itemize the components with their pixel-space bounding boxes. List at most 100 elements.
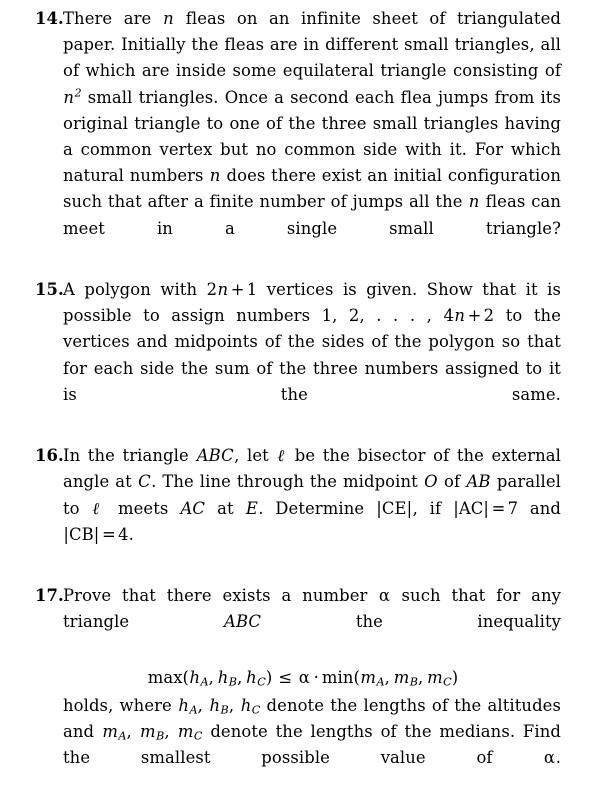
math-subscript-a: A — [376, 675, 385, 689]
problem-body-14: There are n fleas on an infinite sheet o… — [63, 9, 561, 264]
problem-body-17-outro: holds, where hA, hB, hC denote the lengt… — [63, 696, 561, 794]
math-variable-h: h — [189, 667, 201, 687]
text-run: , — [228, 695, 241, 715]
math-variable-m: m — [427, 667, 443, 687]
problem-number-15: 15. — [35, 280, 64, 300]
text-run: the inequality — [261, 612, 562, 632]
math-operator-plus: + — [230, 280, 245, 300]
math-subscript-c: C — [257, 675, 266, 689]
math-subscript-b: B — [228, 675, 238, 689]
math-number: 2 — [206, 280, 218, 300]
text-run: meets — [106, 498, 181, 518]
math-variable-m: m — [140, 722, 156, 742]
text-run: . — [555, 748, 561, 768]
text-run: . The line through the midpoint — [151, 472, 424, 492]
math-variable-h: h — [217, 667, 229, 687]
math-variable-n: n — [163, 9, 174, 28]
math-number-sequence: 1, 2, . . . , 4 — [321, 306, 454, 326]
math-expression-2n-plus-1: 2n +1 — [207, 280, 258, 299]
math-variable-n: n — [209, 166, 221, 186]
problem-number-17: 17. — [35, 586, 64, 606]
math-equation-ac-equals-7: |AC| = 7 — [453, 499, 518, 518]
math-length-ce: |CE| — [376, 498, 413, 518]
math-variable-m: m — [177, 722, 194, 742]
text-run: In the triangle — [63, 446, 197, 466]
math-variable-e: E — [245, 498, 258, 518]
math-subscript-b: B — [220, 703, 229, 717]
text-run: Prove that there exists a number — [63, 586, 379, 606]
text-run: , — [197, 695, 210, 715]
math-variable-h: h — [240, 695, 252, 715]
math-exponent-2: 2 — [74, 86, 82, 100]
math-operator-cdot: · — [313, 667, 319, 687]
math-variable-c: C — [138, 472, 151, 492]
math-variable-n: n — [217, 280, 229, 300]
math-variable-h: h — [209, 695, 221, 715]
math-number: 1 — [246, 280, 258, 300]
math-subscript-b: B — [156, 729, 165, 743]
math-variable-m: m — [360, 667, 377, 687]
math-subscript-c: C — [443, 675, 452, 689]
math-subscript-c: C — [251, 703, 261, 717]
text-run: holds, where — [63, 695, 179, 715]
problem-body-17-intro: Prove that there exists a number α such … — [63, 586, 561, 657]
function-max: max — [147, 667, 183, 687]
math-variable-ab: AB — [466, 472, 491, 492]
math-operator-leq: ≤ — [278, 667, 293, 687]
math-number-7: 7 — [507, 498, 519, 518]
math-variable-ac: AC — [180, 498, 206, 518]
math-subscript-a: A — [118, 729, 127, 743]
math-subscript-b: B — [409, 675, 419, 689]
problem-body-16: In the triangle ABC, let ℓ be the bisect… — [63, 446, 561, 570]
math-length-ac: |AC| — [453, 498, 490, 518]
math-variable-n: n — [454, 306, 466, 326]
math-variable-h: h — [246, 667, 257, 687]
math-variable-alpha: α — [543, 748, 556, 768]
problem-number-14: 14. — [35, 9, 64, 28]
math-variable-alpha: α — [378, 586, 391, 606]
math-variable-m: m — [393, 667, 410, 687]
text-run: . — [128, 524, 134, 544]
problem-item-15: 15. A polygon with 2n +1 vertices is give… — [35, 277, 561, 434]
math-number: 2 — [483, 306, 495, 326]
text-run: , if — [412, 498, 453, 518]
math-variable-ell: ℓ — [92, 498, 106, 518]
math-number-4: 4 — [118, 524, 129, 544]
math-expression-number-sequence: 1, 2, . . . , 4n +2 — [322, 306, 495, 325]
math-operator-equals: = — [102, 524, 116, 544]
math-subscript-a: A — [200, 675, 209, 689]
problem-item-17: 17. Prove that there exists a number α s… — [35, 583, 561, 797]
math-variable-h-a: hA — [178, 695, 198, 717]
math-variable-alpha: α — [298, 667, 310, 687]
text-run: and — [518, 498, 561, 518]
problem-item-14: 14. There are n fleas on an infinite she… — [35, 6, 561, 268]
text-run: at — [205, 498, 246, 518]
display-equation-max-min: max(hA, hB, hC) ≤ α · min(mA, mB, mC) — [63, 663, 561, 693]
problem-body-15: A polygon with 2n +1 vertices is given. S… — [63, 280, 561, 430]
text-run: , — [164, 722, 178, 742]
math-variable-h-b: hB — [209, 695, 229, 717]
math-variable-m-c: mC — [177, 722, 203, 742]
math-variable-n: n — [468, 192, 480, 212]
text-run: of — [438, 472, 467, 492]
math-variable-m-b: mB — [140, 722, 165, 743]
math-variable-o: O — [424, 472, 438, 492]
math-variable-abc: ABC — [224, 612, 262, 632]
math-operator-equals: = — [491, 498, 506, 518]
text-run: , let — [234, 446, 277, 466]
paren-close: ) — [451, 667, 459, 687]
problem-list: 14. There are n fleas on an infinite she… — [35, 6, 561, 798]
math-subscript-a: A — [189, 703, 198, 717]
function-min: min — [321, 667, 354, 687]
text-run: , — [126, 722, 140, 742]
math-operator-plus: + — [467, 306, 482, 326]
math-variable-ell: ℓ — [277, 446, 287, 466]
math-equation-cb-equals-4: |CB| = 4 — [63, 525, 129, 544]
math-length-cb: |CB| — [63, 524, 100, 544]
math-variable-n: n — [63, 87, 75, 107]
problem-number-16: 16. — [35, 446, 64, 466]
text-run: There are — [63, 9, 163, 28]
math-variable-h: h — [178, 695, 190, 715]
math-variable-m-a: mA — [102, 722, 127, 743]
text-run: A polygon with — [63, 280, 207, 300]
